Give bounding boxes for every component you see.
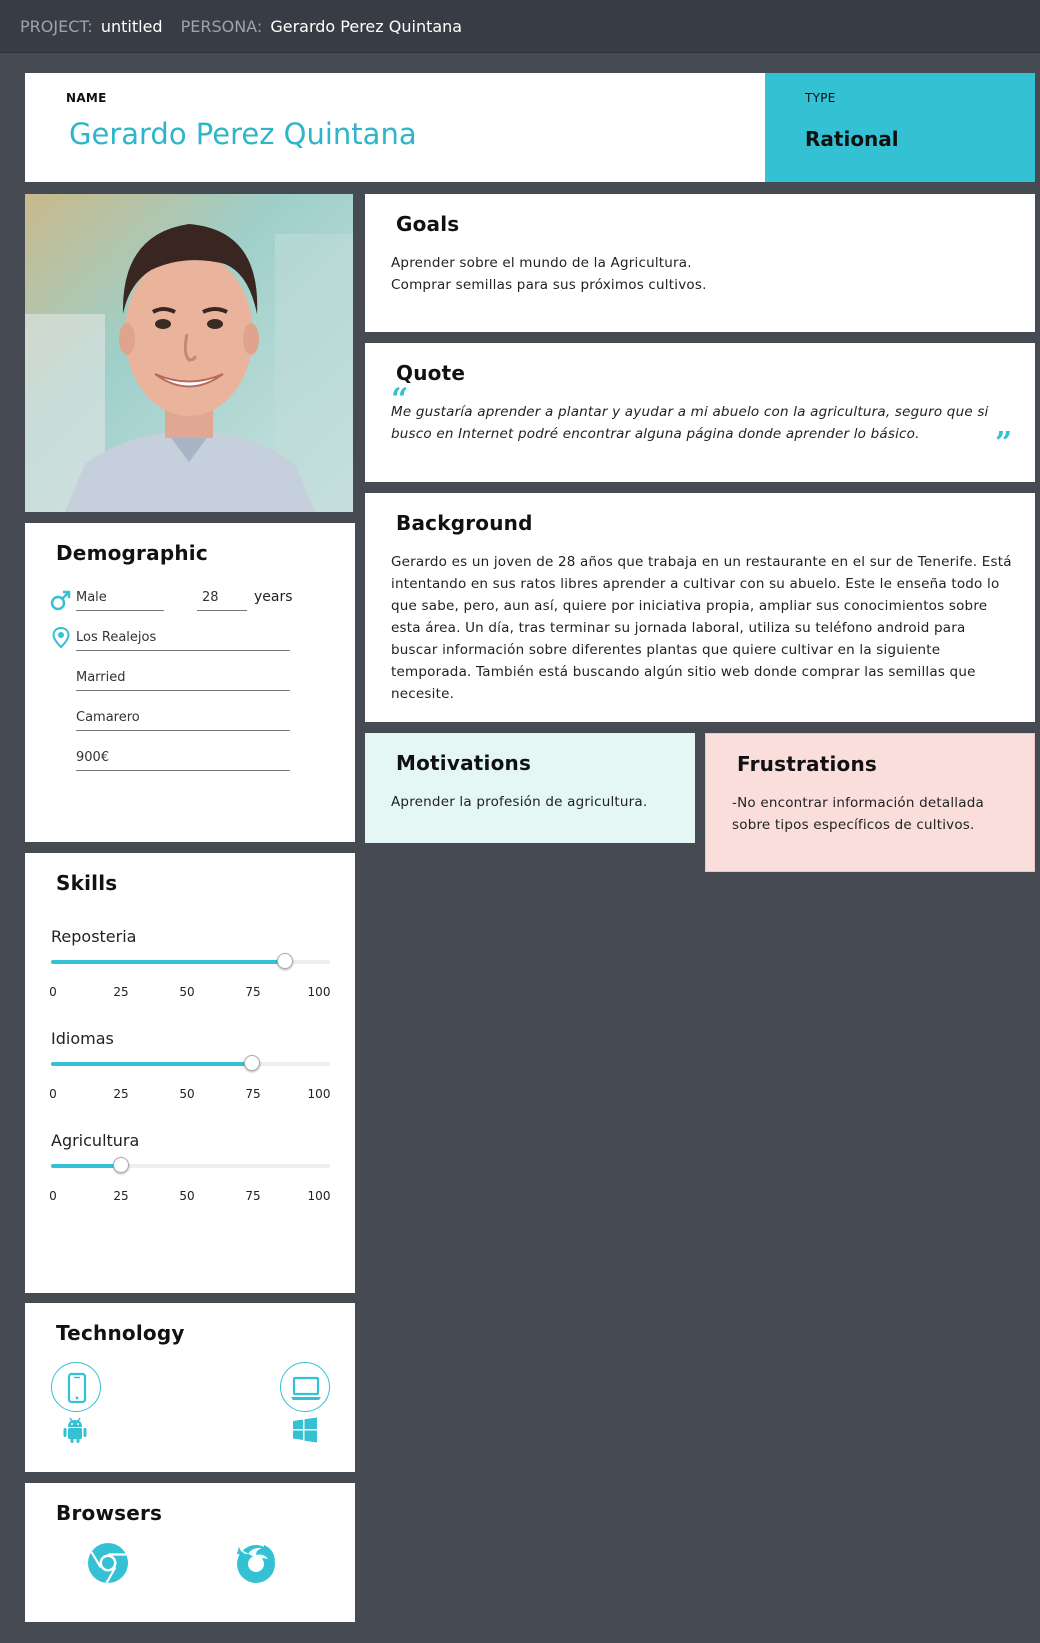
tick-label: 25 [113,1087,129,1101]
tick-label: 0 [49,985,57,999]
technology-title: Technology [56,1321,185,1345]
quote-card: Quote “ Me gustaría aprender a plantar y… [365,343,1035,482]
skills-title: Skills [56,871,118,895]
tick-label: 75 [245,1189,261,1203]
age-unit: years [254,589,293,605]
browsers-title: Browsers [56,1501,163,1525]
project-crumb[interactable]: PROJECT: untitled [20,17,163,36]
age-field[interactable]: 28 [197,590,247,611]
tick-label: 50 [179,1087,195,1101]
technology-card: Technology [25,1303,355,1472]
frustrations-title: Frustrations [737,752,878,776]
top-bar: PROJECT: untitled PERSONA: Gerardo Perez… [0,0,1040,53]
type-value[interactable]: Rational [805,127,899,151]
gender-field[interactable]: Male [76,590,164,611]
tick-label: 100 [307,1189,331,1203]
windows-icon [293,1417,317,1443]
tick-label: 0 [49,1087,57,1101]
tick-label: 100 [307,985,331,999]
marital-status-field[interactable]: Married [76,670,290,691]
slider-thumb[interactable] [243,1055,260,1071]
location-field[interactable]: Los Realejos [76,630,290,651]
goal-line: Aprender sobre el mundo de la Agricultur… [391,255,692,271]
close-quote-icon: ” [995,426,1013,461]
slider-thumb[interactable] [277,953,294,969]
tick-label: 25 [113,1189,129,1203]
portrait-image [25,194,353,512]
project-name: untitled [100,16,163,36]
quote-text[interactable]: Me gustaría aprender a plantar y ayudar … [391,401,1016,445]
project-label: PROJECT: [20,16,93,36]
slider-fill [51,1062,252,1066]
slider-fill [51,960,286,964]
laptop-icon[interactable] [280,1362,330,1412]
slider-fill [51,1164,121,1168]
tick-label: 50 [179,1189,195,1203]
type-label: TYPE [805,91,836,105]
male-gender-icon [50,590,71,611]
goals-title: Goals [396,212,460,236]
firefox-icon[interactable] [234,1541,278,1585]
type-card: TYPE Rational [765,73,1035,182]
frustrations-text[interactable]: -No encontrar información detallada sobr… [732,792,1002,836]
demographic-title: Demographic [56,541,208,565]
skill-name: Idiomas [51,1029,114,1048]
tick-label: 0 [49,1189,57,1203]
income-field[interactable]: 900€ [76,750,290,771]
motivations-text[interactable]: Aprender la profesión de agricultura. [391,791,676,813]
occupation-field[interactable]: Camarero [76,710,290,731]
goals-text[interactable]: Aprender sobre el mundo de la Agricultur… [391,252,1011,296]
skill-slider[interactable] [51,953,330,969]
demographic-card: Demographic Male 28 years Los Realejos M… [25,523,355,842]
persona-label: PERSONA: [180,16,263,36]
tick-label: 75 [245,985,261,999]
persona-photo[interactable] [25,194,353,512]
browsers-card: Browsers [25,1483,355,1622]
motivations-title: Motivations [396,751,532,775]
android-icon [63,1417,87,1443]
frustrations-card: Frustrations -No encontrar información d… [705,733,1035,872]
tick-label: 25 [113,985,129,999]
tick-label: 75 [245,1087,261,1101]
tick-label: 100 [307,1087,331,1101]
skill-name: Reposteria [51,927,137,946]
skill-slider[interactable] [51,1157,330,1173]
persona-name: Gerardo Perez Quintana [270,16,463,36]
name-label: NAME [66,91,107,105]
background-text[interactable]: Gerardo es un joven de 28 años que traba… [391,551,1016,705]
skills-card: Skills Reposteria 0 25 50 75 100 Idiomas… [25,853,355,1293]
chrome-icon[interactable] [87,1542,129,1584]
motivations-card: Motivations Aprender la profesión de agr… [365,733,695,843]
background-card: Background Gerardo es un joven de 28 año… [365,493,1035,722]
name-value[interactable]: Gerardo Perez Quintana [69,117,417,151]
goals-card: Goals Aprender sobre el mundo de la Agri… [365,194,1035,332]
skill-name: Agricultura [51,1131,140,1150]
slider-thumb[interactable] [112,1157,129,1173]
persona-crumb[interactable]: PERSONA: Gerardo Perez Quintana [181,17,463,36]
smartphone-icon[interactable] [51,1362,101,1412]
goal-line: Comprar semillas para sus próximos culti… [391,277,707,293]
background-title: Background [396,511,533,535]
location-pin-icon [52,627,70,649]
skill-slider[interactable] [51,1055,330,1071]
tick-label: 50 [179,985,195,999]
name-card: NAME Gerardo Perez Quintana [25,73,765,182]
